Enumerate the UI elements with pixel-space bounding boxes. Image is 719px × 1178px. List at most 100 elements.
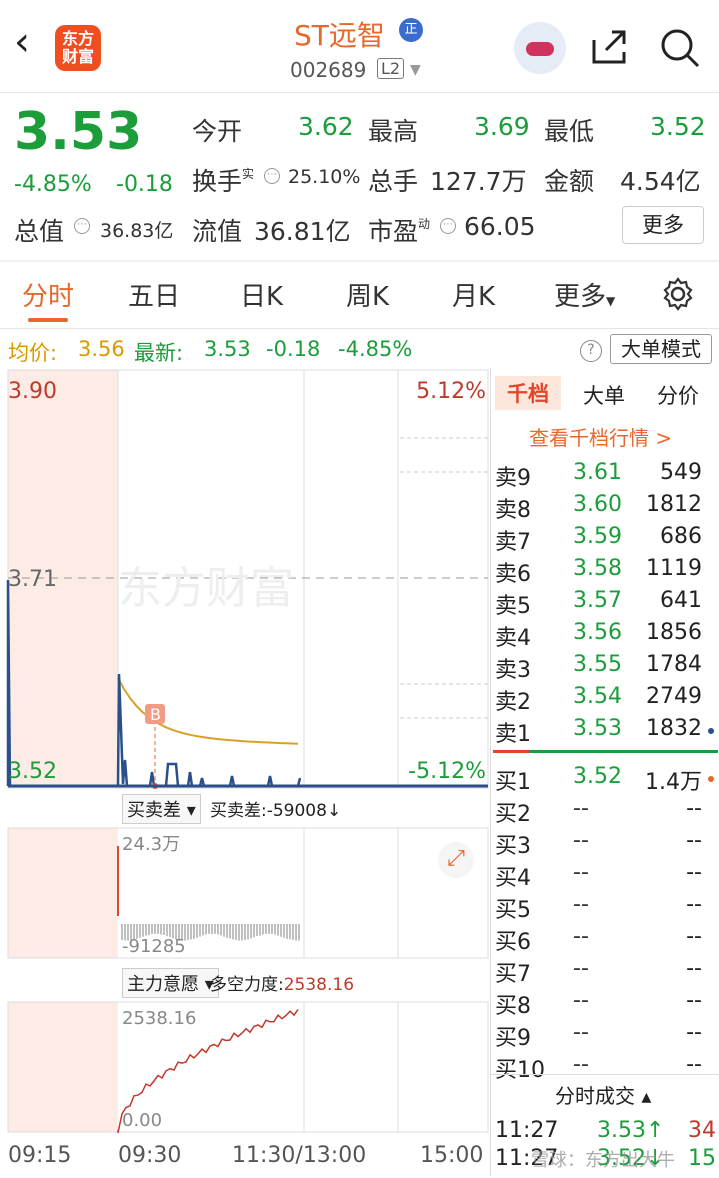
level-price: 3.57 — [573, 588, 622, 613]
ask-row: 卖1 3.53 1832 — [491, 716, 719, 748]
back-icon[interactable]: ‹ — [14, 22, 30, 62]
pct-bot-label: -5.12% — [408, 759, 486, 784]
amount-label: 金额 — [544, 167, 595, 196]
ind2-top-label: 2538.16 — [122, 1008, 196, 1029]
b-marker-label: B — [150, 705, 161, 724]
search-icon[interactable] — [658, 26, 702, 70]
tab-depth[interactable]: 千档 — [495, 376, 561, 410]
trade-volume: 34 — [688, 1118, 716, 1143]
tab-daily[interactable]: 日K — [240, 276, 283, 313]
bid-row: 买7 -- -- — [491, 956, 719, 988]
float-label: 流值 — [192, 217, 243, 246]
open-label: 今开 — [192, 117, 243, 146]
level-volume: 641 — [660, 588, 702, 613]
level-price: 3.55 — [573, 652, 622, 677]
turnover-value: 25.10% — [288, 166, 361, 188]
buy-sell-diff-bars — [117, 846, 300, 941]
app-logo: 东方 财富 — [55, 25, 101, 71]
tab-intraday[interactable]: 分时 — [22, 276, 74, 313]
level-label: 买9 — [495, 1026, 531, 1051]
level-price: 3.53 — [573, 716, 622, 741]
level-price: 3.59 — [573, 524, 622, 549]
level-price: -- — [573, 988, 589, 1013]
bid-row: 买1 3.52 1.4万 — [491, 764, 719, 796]
trade-time: 11:27 — [495, 1118, 559, 1143]
level-volume: -- — [686, 796, 702, 821]
last-price: 3.53 — [14, 102, 143, 162]
gear-icon[interactable] — [660, 276, 696, 312]
order-book: 千档 大单 分价 查看千档行情 > 卖9 3.61 549 卖8 3.60 1812 卖7 3… — [490, 368, 719, 1176]
expand-icon[interactable]: ⤢ — [438, 842, 474, 878]
dropdown-icon[interactable]: ▼ — [410, 62, 421, 78]
intraday-chart[interactable]: 东方财富 B 3.90 3.71 3.52 5.12% -5.12% 24.3万… — [0, 368, 490, 1176]
bid-row: 买5 -- -- — [491, 892, 719, 924]
level-volume: -- — [686, 1020, 702, 1045]
level-price: -- — [573, 1020, 589, 1045]
pe-label: 市盈动 — [368, 217, 431, 246]
open-value: 3.62 — [298, 112, 354, 141]
active-tab-underline — [28, 318, 68, 322]
level-label: 买5 — [495, 898, 531, 923]
bid-row: 买2 -- -- — [491, 796, 719, 828]
time-label: 15:00 — [420, 1143, 483, 1168]
level-badge[interactable]: L2 — [377, 58, 405, 79]
tab-price-dist[interactable]: 分价 — [657, 380, 699, 410]
tab-big-orders[interactable]: 大单 — [583, 380, 625, 410]
watermark: 东方财富 — [118, 564, 294, 613]
trades-title[interactable]: 分时成交 ▴ — [555, 1080, 651, 1109]
level-label: 卖2 — [495, 690, 531, 715]
y-mid-label: 3.71 — [8, 567, 57, 592]
big-order-mode-button[interactable]: 大单模式 — [610, 334, 712, 364]
help-icon[interactable]: ? — [580, 340, 602, 362]
trade-price: 3.53↑ — [597, 1118, 665, 1143]
depth-link[interactable]: 查看千档行情 > — [529, 422, 672, 451]
level-label: 买8 — [495, 994, 531, 1019]
level-price: -- — [573, 828, 589, 853]
indicator1-select[interactable]: 买卖差 ▾ — [122, 794, 201, 824]
indicator1-value: 买卖差:-59008↓ — [210, 801, 342, 821]
share-icon[interactable] — [588, 26, 630, 68]
info-icon[interactable]: ⋯ — [74, 218, 90, 234]
amount-value: 4.54亿 — [620, 167, 701, 196]
tab-5day[interactable]: 五日 — [128, 276, 180, 313]
level-volume: -- — [686, 956, 702, 981]
ask-row: 卖8 3.60 1812 — [491, 492, 719, 524]
last-value: 3.53 — [204, 337, 251, 361]
assistant-avatar[interactable] — [514, 22, 566, 74]
trade-volume: 15 — [688, 1146, 716, 1171]
avg-label: 均价: — [8, 341, 58, 365]
tab-more[interactable]: 更多▼ — [554, 276, 615, 313]
level-volume: -- — [686, 892, 702, 917]
ask-row: 卖3 3.55 1784 — [491, 652, 719, 684]
level-price: -- — [573, 924, 589, 949]
level-price: -- — [573, 860, 589, 885]
pct-value: -4.85% — [338, 337, 413, 361]
footer-watermark: 雪球：东方出大牛 — [531, 1150, 675, 1171]
level-label: 卖9 — [495, 466, 531, 491]
level-volume: 686 — [660, 524, 702, 549]
tab-weekly[interactable]: 周K — [346, 276, 389, 313]
level-label: 卖3 — [495, 658, 531, 683]
level-label: 买4 — [495, 866, 531, 891]
stock-name: ST远智 — [294, 19, 385, 52]
y-bot-label: 3.52 — [8, 759, 57, 784]
level-price: 3.56 — [573, 620, 622, 645]
volume-value: 127.7万 — [430, 167, 527, 196]
mcap-label: 总值 — [14, 217, 65, 246]
level-label: 买2 — [495, 802, 531, 827]
status-badge: 正 — [399, 18, 423, 42]
more-button[interactable]: 更多 — [622, 206, 704, 244]
low-label: 最低 — [544, 117, 595, 146]
level-price: -- — [573, 892, 589, 917]
level-label: 买1 — [495, 770, 531, 795]
chg-value: -0.18 — [266, 337, 321, 361]
info-icon[interactable]: ⋯ — [264, 168, 280, 184]
turnover-label: 换手实 — [192, 167, 255, 196]
tab-monthly[interactable]: 月K — [452, 276, 495, 313]
indicator2-select[interactable]: 主力意愿 ▾ — [122, 968, 219, 998]
level-price: -- — [573, 956, 589, 981]
bid-row: 买4 -- -- — [491, 860, 719, 892]
level-volume: 1856 — [646, 620, 702, 645]
info-icon[interactable]: ⋯ — [440, 218, 456, 234]
chart-canvas: 东方财富 B 3.90 3.71 3.52 5.12% -5.12% 24.3万… — [6, 369, 489, 1168]
